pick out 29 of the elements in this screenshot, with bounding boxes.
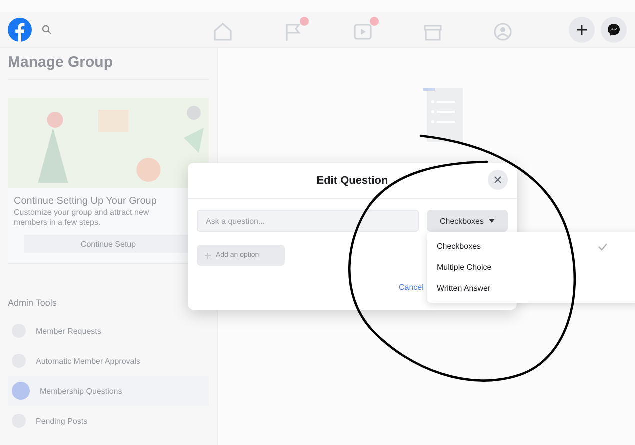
dialog-title: Edit Question	[316, 174, 388, 186]
cancel-link[interactable]: Cancel	[399, 283, 424, 292]
notification-badge	[300, 16, 309, 26]
question-type-select[interactable]: Checkboxes	[427, 210, 508, 232]
sidebar-item[interactable]: Membership Questions	[8, 376, 209, 406]
card-description: Customize your group and attract new members in a few steps.	[14, 208, 150, 228]
menu-item[interactable]: Written Answer	[427, 278, 635, 299]
search-icon[interactable]	[42, 24, 52, 34]
plus-icon	[205, 252, 211, 258]
sidebar-item[interactable]: Automatic Member Approvals	[8, 346, 209, 376]
plus-icon	[576, 24, 588, 36]
menu-item[interactable]: Multiple Choice	[427, 257, 635, 278]
caret-icon	[489, 219, 496, 223]
sidebar-title: Manage Group	[8, 54, 209, 80]
logo-icon[interactable]	[8, 18, 32, 42]
messenger-icon	[607, 22, 621, 36]
question-field[interactable]: Ask a question...	[197, 210, 419, 232]
sidebar-item[interactable]: Member Requests	[8, 316, 209, 346]
close-button[interactable]	[488, 170, 508, 190]
section-title: Admin Tools	[8, 298, 58, 308]
item-icon	[12, 382, 30, 400]
create-button[interactable]	[569, 16, 595, 42]
home-icon	[212, 20, 234, 42]
messenger-button[interactable]	[601, 16, 627, 42]
sidebar-item[interactable]: Pending Posts	[8, 406, 209, 436]
close-icon	[494, 176, 502, 184]
notification-badge	[370, 16, 379, 26]
card-title: Continue Setting Up Your Group	[14, 196, 158, 207]
user-circle-icon	[492, 20, 514, 42]
